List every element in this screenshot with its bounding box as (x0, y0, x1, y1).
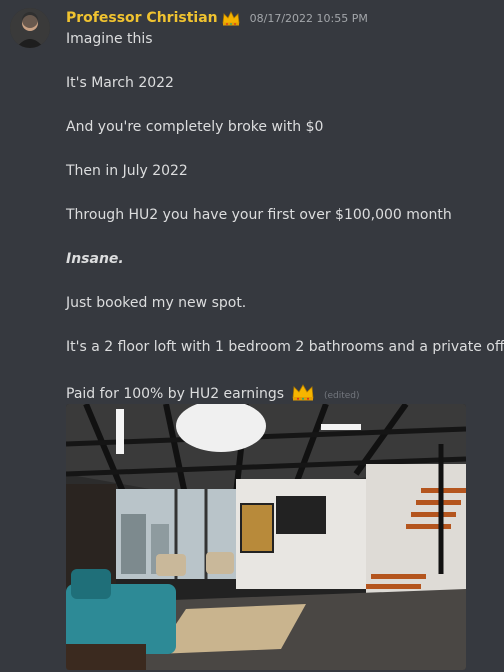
chat-message: Professor Christian 08/17/2022 10:55 PM … (0, 0, 504, 672)
message-header: Professor Christian 08/17/2022 10:55 PM (66, 8, 368, 28)
message-line: It's a 2 floor loft with 1 bedroom 2 bat… (66, 339, 504, 355)
message-last-line: Paid for 100% by HU2 earnings (edited) (66, 383, 360, 402)
avatar-photo (10, 8, 50, 48)
loft-photo (66, 404, 466, 670)
message-line: And you're completely broke with $0 (66, 119, 324, 135)
avatar[interactable] (10, 8, 50, 48)
crown-emoji-icon (292, 383, 314, 401)
message-line: Imagine this (66, 31, 153, 47)
message-line: Then in July 2022 (66, 163, 188, 179)
message-line-emphasis: Insane. (66, 251, 124, 267)
timestamp: 08/17/2022 10:55 PM (249, 11, 368, 25)
message-line: Through HU2 you have your first over $10… (66, 207, 452, 223)
crown-icon (222, 10, 240, 26)
message-line: It's March 2022 (66, 75, 174, 91)
image-attachment[interactable] (66, 404, 466, 670)
message-line: Paid for 100% by HU2 earnings (66, 386, 285, 402)
edited-label: (edited) (323, 391, 360, 401)
message-line: Just booked my new spot. (66, 295, 247, 311)
username[interactable]: Professor Christian (66, 10, 218, 26)
